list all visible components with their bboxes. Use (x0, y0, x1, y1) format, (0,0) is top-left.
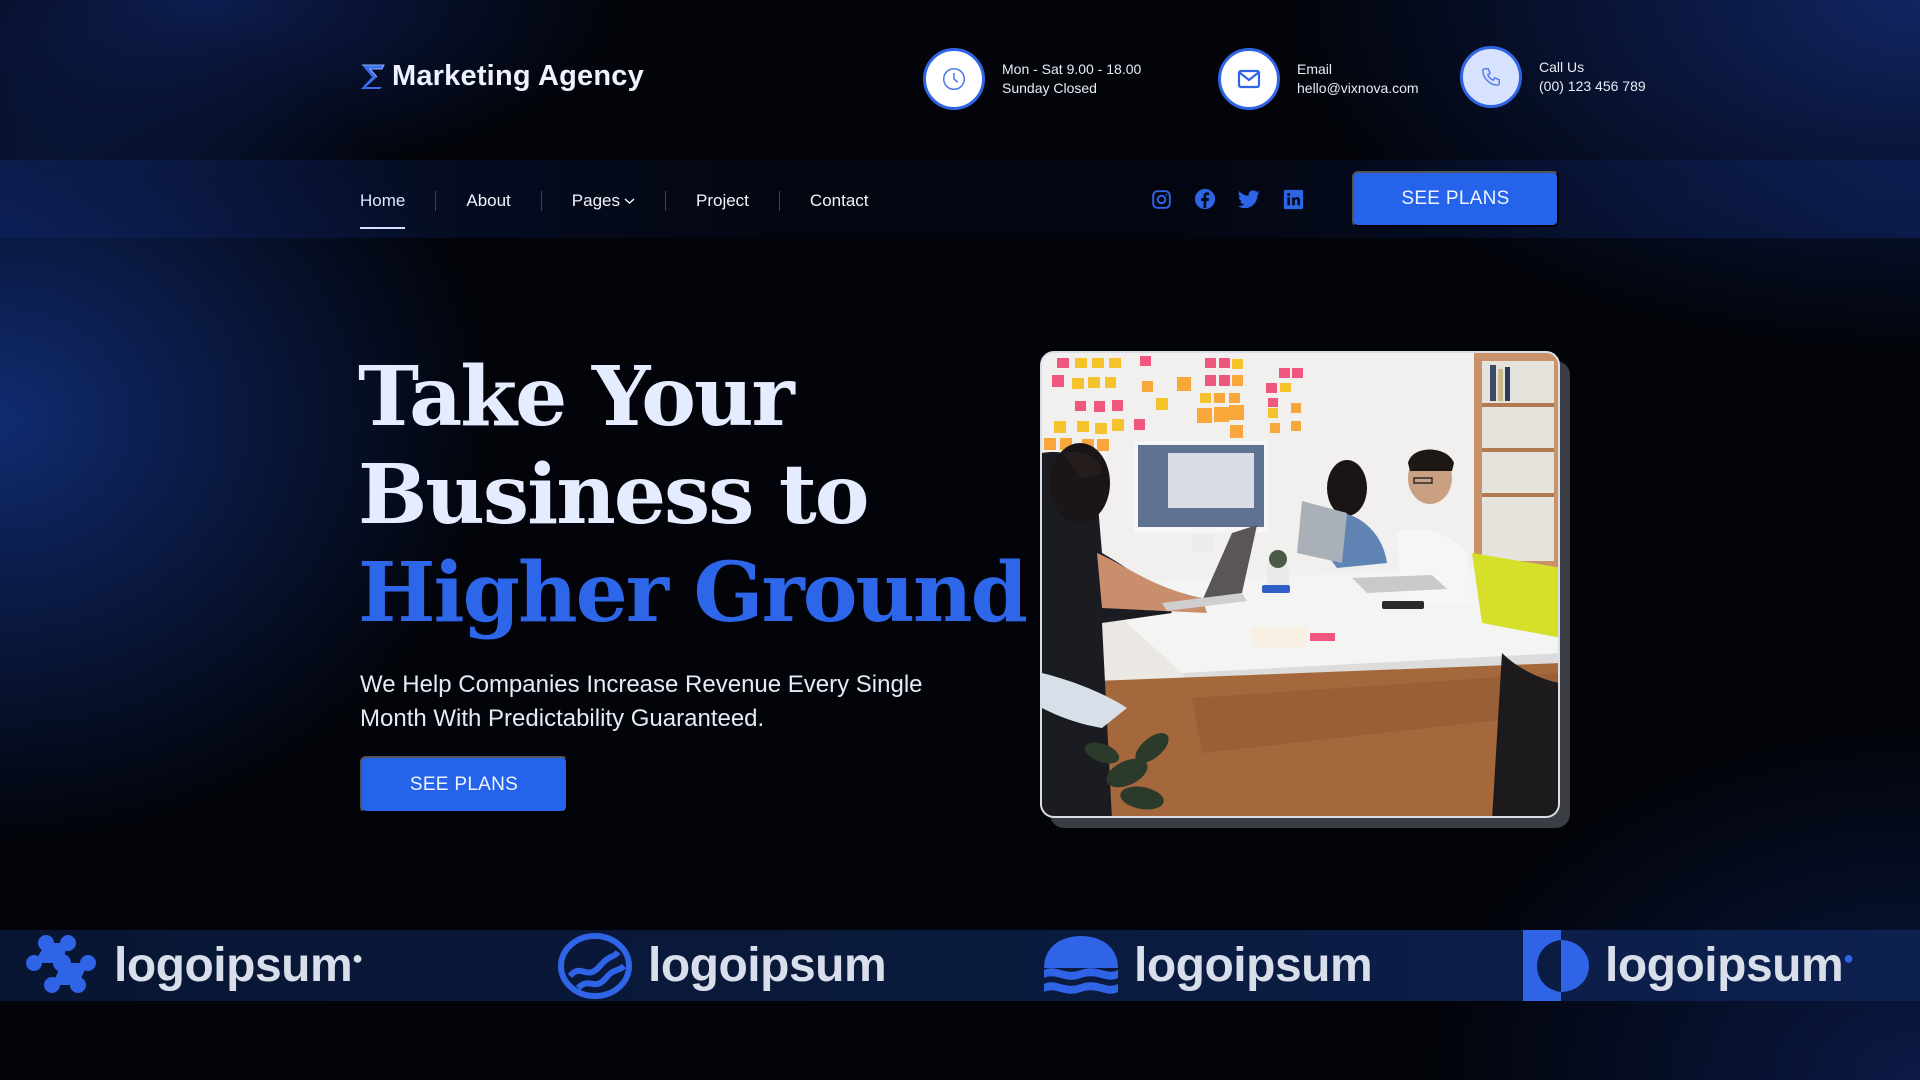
phone-icon-circle (1460, 46, 1522, 108)
partner-logo-name: logoipsum (1134, 939, 1373, 992)
phone-label: Call Us (1539, 59, 1585, 75)
partner-logo-name: logoipsum (648, 939, 887, 992)
linkedin-icon[interactable] (1282, 188, 1304, 210)
sun-waves-logo-icon (1044, 935, 1118, 994)
partner-logo: logoipsum (556, 930, 887, 1001)
team-meeting-illustration (1042, 353, 1558, 816)
hero-image (1040, 351, 1560, 818)
clock-icon (942, 67, 966, 91)
hero-title-line-1: Take Your (358, 349, 795, 445)
email-address[interactable]: hello@vixnova.com (1297, 79, 1419, 98)
phone-number[interactable]: (00) 123 456 789 (1539, 77, 1646, 96)
hero-image-card (1040, 351, 1570, 828)
nav-divider (778, 191, 780, 211)
facebook-icon[interactable] (1194, 188, 1216, 210)
brand-name: Marketing Agency (392, 60, 644, 92)
brand-logo[interactable]: Marketing Agency (360, 60, 644, 93)
nav-about-label: About (466, 191, 511, 210)
nav-pages[interactable]: Pages (572, 191, 635, 211)
logo-dot: ● (352, 948, 363, 968)
nav-project-label: Project (696, 191, 749, 210)
nav-home-label: Home (360, 191, 406, 210)
hero-title-line-2: Business to (358, 447, 869, 543)
nav-divider (540, 191, 542, 211)
see-plans-hero-button[interactable]: SEE PLANS (360, 756, 568, 813)
hero-title-highlight: Higher Ground (358, 545, 1028, 641)
half-circle-logo-icon (1523, 930, 1589, 1001)
email-info[interactable]: Email hello@vixnova.com (1218, 48, 1419, 110)
logo-dot: ● (1843, 948, 1854, 968)
twitter-icon[interactable] (1238, 188, 1260, 210)
partner-logo: logoipsum● (24, 930, 363, 1001)
see-plans-nav-button[interactable]: SEE PLANS (1352, 171, 1559, 227)
nav-home[interactable]: Home (360, 191, 406, 229)
partner-logo: logoipsum● (1523, 930, 1854, 1001)
top-header: Marketing Agency Mon - Sat 9.00 - 18.00 … (0, 0, 1920, 160)
nav-project[interactable]: Project (696, 191, 749, 211)
nav-contact-label: Contact (809, 191, 869, 210)
nav-contact[interactable]: Contact (810, 191, 869, 211)
partner-logos-strip: logoipsum● logoipsum logoipsum logoipsum… (0, 930, 1920, 1001)
partner-logo: logoipsum (1042, 930, 1373, 1001)
nav-pages-label: Pages (571, 191, 620, 210)
globe-wave-logo-icon (558, 932, 632, 999)
hours-sunday: Sunday Closed (1002, 80, 1097, 96)
email-label: Email (1297, 61, 1333, 77)
phone-icon (1482, 68, 1500, 86)
nav-divider (665, 191, 666, 211)
nav-divider (435, 191, 437, 211)
opening-hours: Mon - Sat 9.00 - 18.00 Sunday Closed (923, 48, 1141, 110)
partner-logo-name: logoipsum (1605, 939, 1844, 992)
main-navbar (0, 160, 1920, 238)
clock-icon-circle (923, 48, 985, 110)
phone-info[interactable]: Call Us (00) 123 456 789 (1460, 46, 1646, 108)
hero-title: Take Your Business to Higher Ground (358, 348, 1028, 642)
mail-icon-circle (1218, 48, 1280, 110)
chevron-down-icon (624, 198, 635, 205)
social-links (1150, 188, 1304, 210)
hero-subtitle: We Help Companies Increase Revenue Every… (360, 671, 923, 732)
main-nav: Home About Pages Project Contact (360, 191, 869, 229)
sigma-logo-icon (361, 64, 385, 89)
hours-weekdays: Mon - Sat 9.00 - 18.00 (1002, 61, 1142, 77)
molecule-logo-icon (26, 934, 96, 993)
instagram-icon[interactable] (1150, 188, 1172, 210)
nav-about[interactable]: About (466, 191, 510, 211)
partner-logo-name: logoipsum (114, 939, 353, 992)
mail-icon (1237, 69, 1261, 89)
